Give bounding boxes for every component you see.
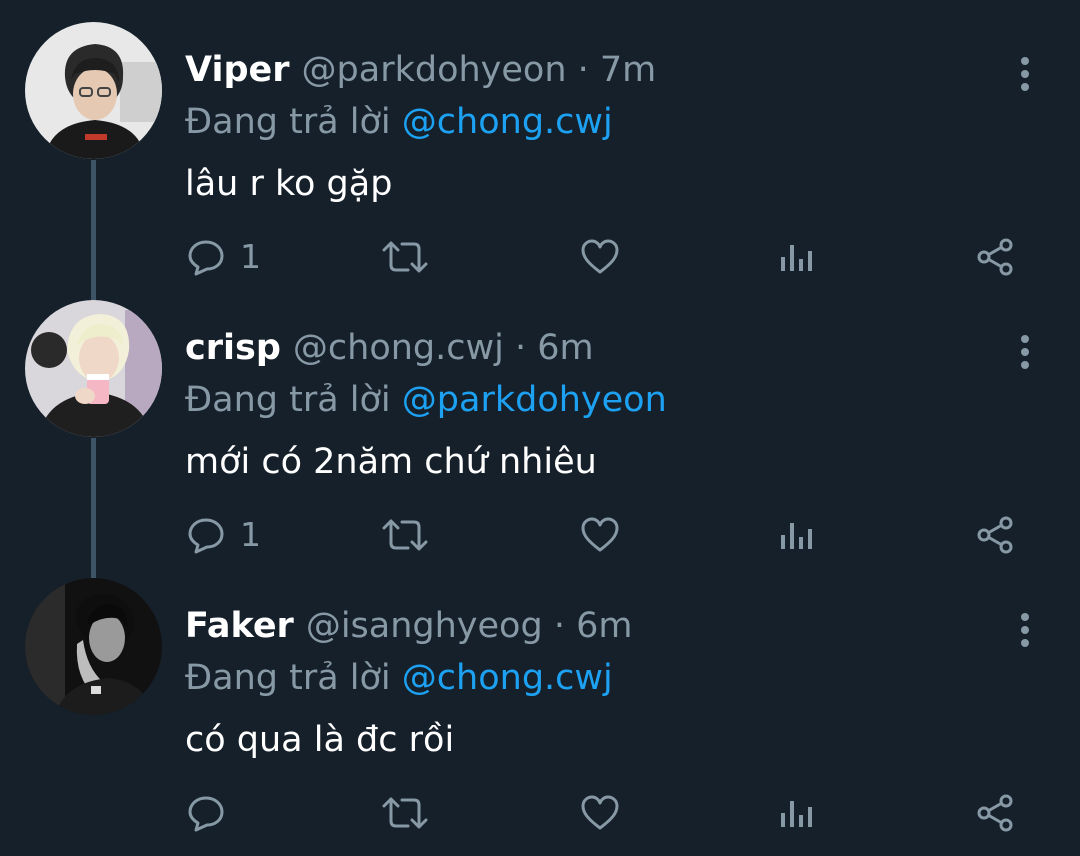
share-icon [977, 516, 1013, 554]
reply-button[interactable]: 1 [186, 227, 261, 287]
replying-to: Đang trả lời @parkdohyeon [185, 372, 667, 428]
timestamp[interactable]: · 6m [515, 328, 594, 368]
heart-icon [581, 517, 619, 552]
tweet-text: có qua là đc rồi [185, 720, 455, 760]
tweet[interactable]: Faker @isanghyeog · 6m Đang trả lời @chon… [0, 578, 1080, 856]
reply-icon [188, 796, 224, 832]
avatar[interactable] [25, 578, 162, 715]
share-icon [977, 794, 1013, 832]
tweet[interactable]: Viper @parkdohyeon · 7m Đang trả lời @cho… [0, 22, 1080, 300]
tweet-header: Faker @isanghyeog · 6m [185, 598, 632, 654]
analytics-icon [781, 801, 812, 827]
action-bar: 1 [0, 505, 1080, 565]
retweet-button[interactable] [382, 783, 428, 843]
retweet-button[interactable] [382, 227, 428, 287]
heart-icon [581, 239, 619, 274]
reply-count: 1 [240, 237, 261, 276]
replying-to: Đang trả lời @chong.cwj [185, 650, 613, 706]
handle[interactable]: @isanghyeog [306, 606, 543, 646]
more-button[interactable] [1008, 48, 1042, 98]
handle[interactable]: @chong.cwj [293, 328, 504, 368]
action-bar: 1 [0, 227, 1080, 287]
timestamp[interactable]: · 6m [554, 606, 633, 646]
share-button[interactable] [975, 505, 1015, 565]
reply-icon [188, 240, 224, 276]
more-button[interactable] [1008, 326, 1042, 376]
tweet-text: lâu r ko gặp [185, 164, 393, 204]
tweet-header: crisp @chong.cwj · 6m [185, 320, 594, 376]
mention-link[interactable]: @chong.cwj [402, 102, 613, 142]
share-button[interactable] [975, 783, 1015, 843]
analytics-icon [781, 245, 812, 271]
action-bar [0, 783, 1080, 843]
handle[interactable]: @parkdohyeon [302, 50, 567, 90]
heart-icon [581, 795, 619, 830]
share-icon [977, 238, 1013, 276]
more-vertical-icon [1021, 335, 1029, 369]
tweet[interactable]: crisp @chong.cwj · 6m Đang trả lời @parkd… [0, 300, 1080, 578]
display-name[interactable]: crisp [185, 328, 281, 368]
analytics-button[interactable] [779, 227, 815, 287]
more-vertical-icon [1021, 613, 1029, 647]
tweet-header: Viper @parkdohyeon · 7m [185, 42, 656, 98]
retweet-icon [382, 797, 428, 829]
avatar[interactable] [25, 300, 162, 437]
reply-prefix: Đang trả lời [185, 380, 391, 420]
reply-button[interactable] [186, 783, 240, 843]
share-button[interactable] [975, 227, 1015, 287]
faker-avatar [25, 578, 162, 715]
retweet-icon [382, 241, 428, 273]
retweet-button[interactable] [382, 505, 428, 565]
more-button[interactable] [1008, 604, 1042, 654]
display-name[interactable]: Viper [185, 50, 290, 90]
mention-link[interactable]: @chong.cwj [402, 658, 613, 698]
analytics-button[interactable] [779, 505, 815, 565]
retweet-icon [382, 519, 428, 551]
display-name[interactable]: Faker [185, 606, 294, 646]
avatar[interactable] [25, 22, 162, 159]
viper-avatar [25, 22, 162, 159]
reply-icon [188, 518, 224, 554]
crisp-avatar [25, 300, 162, 437]
like-button[interactable] [580, 227, 620, 287]
more-vertical-icon [1021, 57, 1029, 91]
mention-link[interactable]: @parkdohyeon [402, 380, 667, 420]
reply-prefix: Đang trả lời [185, 102, 391, 142]
replying-to: Đang trả lời @chong.cwj [185, 94, 613, 150]
like-button[interactable] [580, 505, 620, 565]
reply-prefix: Đang trả lời [185, 658, 391, 698]
reply-button[interactable]: 1 [186, 505, 261, 565]
analytics-button[interactable] [779, 783, 815, 843]
timestamp[interactable]: · 7m [578, 50, 657, 90]
like-button[interactable] [580, 783, 620, 843]
tweet-text: mới có 2năm chứ nhiêu [185, 442, 597, 482]
reply-count: 1 [240, 515, 261, 554]
analytics-icon [781, 523, 812, 549]
